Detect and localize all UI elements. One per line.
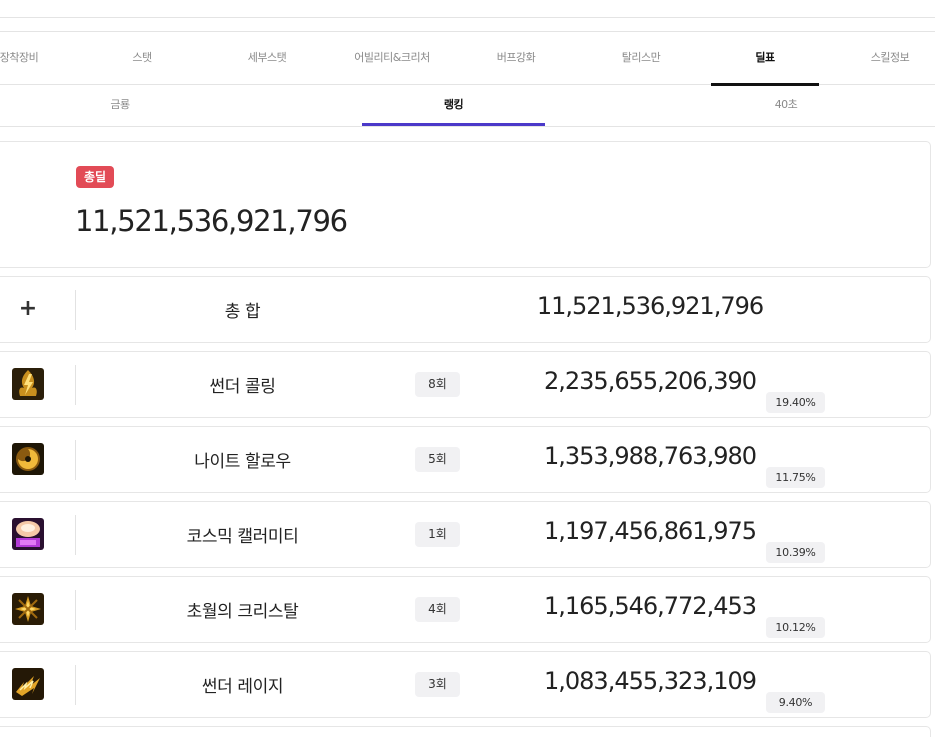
subtab-ranking[interactable]: 랭킹 bbox=[362, 85, 545, 126]
row-divider bbox=[75, 365, 76, 405]
skill-damage: 1,197,456,861,975 bbox=[543, 517, 757, 545]
skill-damage: 1,165,546,772,453 bbox=[543, 592, 757, 620]
subtab-golden-dragon[interactable]: 금룡 bbox=[70, 85, 170, 125]
tab-equipment[interactable]: 장착장비 bbox=[0, 32, 54, 84]
hit-count-badge: 8회 bbox=[415, 372, 460, 397]
total-damage-card: 총딜 11,521,536,921,796 bbox=[0, 141, 931, 268]
total-damage-value: 11,521,536,921,796 bbox=[75, 204, 348, 238]
table-row: 코스믹 캘러미티 1회 1,197,456,861,975 10.39% bbox=[0, 501, 931, 568]
hit-count-badge: 4회 bbox=[415, 597, 460, 622]
damage-share-badge: 9.40% bbox=[766, 692, 825, 713]
table-row bbox=[0, 726, 931, 737]
subtab-40sec[interactable]: 40초 bbox=[736, 85, 836, 125]
row-divider bbox=[75, 440, 76, 480]
skill-name: 나이트 할로우 bbox=[194, 452, 291, 472]
main-tab-bar: 장착장비 스탯 세부스탯 어빌리티&크리처 버프강화 탈리스만 딜표 스킬정보 bbox=[0, 31, 935, 86]
table-row: 썬더 레이지 3회 1,083,455,323,109 9.40% bbox=[0, 651, 931, 718]
thunder-rage-icon bbox=[12, 668, 44, 700]
total-damage-badge: 총딜 bbox=[76, 166, 115, 188]
transcendent-crystal-icon bbox=[12, 593, 44, 625]
skill-damage: 2,235,655,206,390 bbox=[543, 367, 757, 395]
tab-buff-enhance[interactable]: 버프강화 bbox=[481, 32, 551, 84]
plus-icon[interactable]: + bbox=[18, 293, 38, 325]
tab-stats[interactable]: 스탯 bbox=[107, 32, 177, 84]
tab-detail-stats[interactable]: 세부스탯 bbox=[232, 32, 302, 84]
skill-name: 썬더 콜링 bbox=[209, 377, 276, 397]
table-row: 초월의 크리스탈 4회 1,165,546,772,453 10.12% bbox=[0, 576, 931, 643]
row-divider bbox=[75, 665, 76, 705]
hit-count-badge: 3회 bbox=[415, 672, 460, 697]
hit-count-badge: 5회 bbox=[415, 447, 460, 472]
tab-talisman[interactable]: 탈리스만 bbox=[606, 32, 676, 84]
cosmic-calamity-icon bbox=[12, 518, 44, 550]
row-divider bbox=[75, 590, 76, 630]
total-row-name: 총 합 bbox=[224, 302, 261, 322]
top-strip bbox=[0, 0, 935, 18]
row-divider bbox=[75, 290, 76, 330]
damage-share-badge: 11.75% bbox=[766, 467, 825, 488]
total-row: + 총 합 11,521,536,921,796 bbox=[0, 276, 931, 343]
skill-name: 코스믹 캘러미티 bbox=[186, 527, 299, 547]
damage-share-badge: 10.12% bbox=[766, 617, 825, 638]
skill-damage: 1,353,988,763,980 bbox=[543, 442, 757, 470]
table-row: 나이트 할로우 5회 1,353,988,763,980 11.75% bbox=[0, 426, 931, 493]
hit-count-badge: 1회 bbox=[415, 522, 460, 547]
thunder-calling-icon bbox=[12, 368, 44, 400]
row-divider bbox=[75, 515, 76, 555]
skill-name: 초월의 크리스탈 bbox=[186, 602, 299, 622]
damage-share-badge: 10.39% bbox=[766, 542, 825, 563]
total-row-damage: 11,521,536,921,796 bbox=[536, 292, 764, 320]
sub-tab-bar: 금룡 랭킹 40초 bbox=[0, 85, 935, 127]
tab-skill-info[interactable]: 스킬정보 bbox=[855, 32, 925, 84]
tab-ability-creature[interactable]: 어빌리티&크리처 bbox=[352, 32, 432, 84]
night-hollow-icon bbox=[12, 443, 44, 475]
damage-share-badge: 19.40% bbox=[766, 392, 825, 413]
tab-damage-chart[interactable]: 딜표 bbox=[711, 32, 819, 86]
table-row: 썬더 콜링 8회 2,235,655,206,390 19.40% bbox=[0, 351, 931, 418]
skill-name: 썬더 레이지 bbox=[201, 677, 284, 697]
skill-damage: 1,083,455,323,109 bbox=[543, 667, 757, 695]
